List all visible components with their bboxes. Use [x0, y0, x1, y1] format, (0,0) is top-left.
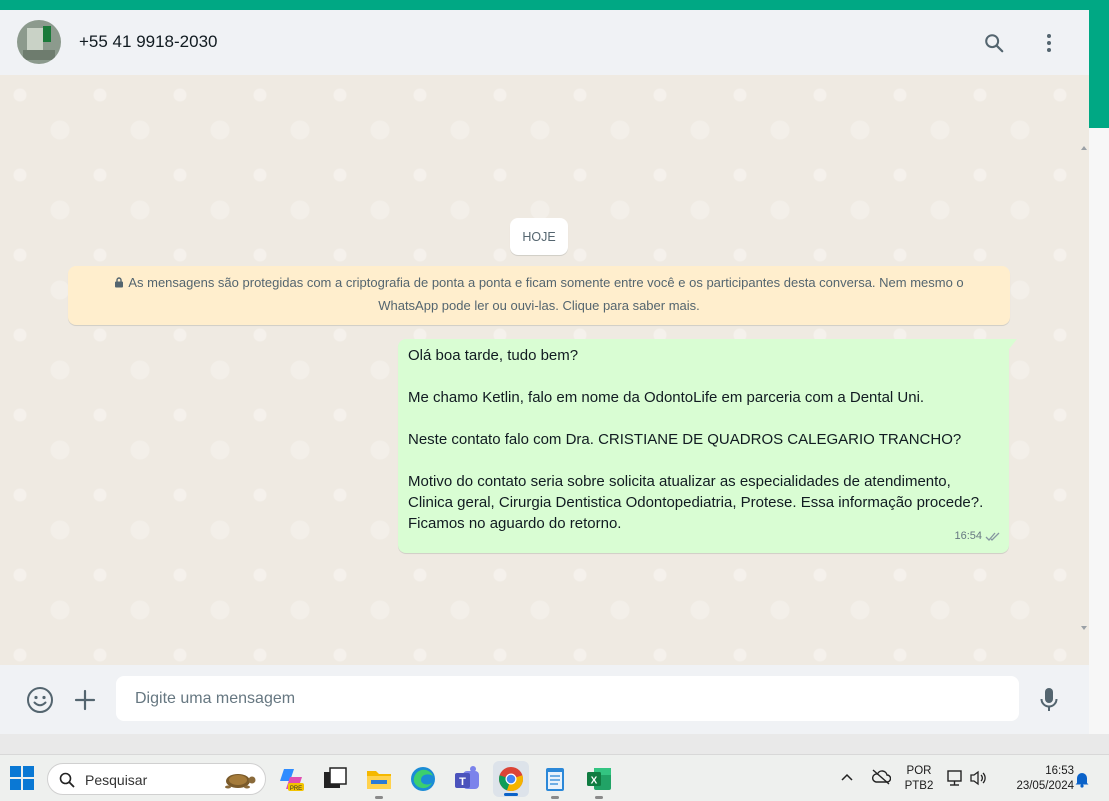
menu-kebab-icon — [1047, 34, 1051, 52]
file-explorer-icon — [367, 771, 391, 789]
scrollbar-thumb[interactable] — [1089, 10, 1109, 128]
excel-icon: X — [587, 768, 611, 790]
notepad-icon — [546, 768, 564, 791]
clock-date: 23/05/2024 — [1016, 780, 1074, 792]
message-line: Ficamos no aguardo do retorno. — [408, 515, 622, 532]
taskbar-search-label: Pesquisar — [85, 772, 148, 788]
message-line: Me chamo Ketlin, falo em nome da OdontoL… — [408, 389, 925, 406]
browser-scrollbar[interactable] — [1089, 10, 1109, 734]
taskbar-clock[interactable]: 16:53 23/05/2024 — [998, 764, 1074, 794]
teams-icon: T — [455, 766, 479, 789]
search-icon — [985, 34, 1004, 53]
emoji-icon — [27, 687, 53, 713]
windows-taskbar: Pesquisar PRE T X POR PTB2 16:53 23/05/2… — [0, 754, 1109, 801]
window-top-accent-bar — [0, 0, 1109, 10]
svg-text:X: X — [591, 776, 598, 787]
taskbar-notepad[interactable] — [541, 765, 569, 799]
lock-icon — [115, 277, 124, 288]
encryption-notice[interactable]: As mensagens são protegidas com a cripto… — [68, 266, 1010, 325]
message-line: Clinica geral, Cirurgia Dentistica Odont… — [408, 494, 984, 511]
keyboard-layout: PTB2 — [904, 780, 934, 792]
language-code: POR — [906, 765, 932, 777]
window-bottom-border — [0, 734, 1109, 754]
clock-time: 16:53 — [1045, 765, 1074, 777]
taskbar-copilot[interactable]: PRE — [278, 765, 306, 793]
taskbar-teams[interactable]: T — [453, 765, 481, 793]
search-icon — [59, 772, 75, 788]
emoji-button[interactable] — [25, 685, 55, 715]
message-meta: 16:54 — [954, 526, 1001, 547]
chat-menu-button[interactable] — [1034, 28, 1064, 58]
encryption-notice-text: As mensagens são protegidas com a cripto… — [128, 275, 964, 313]
taskbar-chrome-active[interactable] — [493, 761, 529, 797]
message-time: 16:54 — [954, 530, 982, 542]
whatsapp-web-window: +55 41 9918-2030 HOJE As mensagens são p… — [0, 10, 1089, 734]
svg-text:T: T — [459, 776, 466, 788]
copilot-icon: PRE — [280, 769, 304, 792]
onedrive-offline-icon[interactable] — [871, 769, 891, 785]
network-icon[interactable] — [946, 769, 964, 787]
taskbar-search[interactable]: Pesquisar — [47, 763, 266, 795]
message-composer — [0, 665, 1089, 734]
taskbar-task-view[interactable] — [321, 765, 349, 793]
taskbar-excel[interactable]: X — [585, 765, 613, 799]
message-line: Neste contato falo com Dra. CRISTIANE DE… — [408, 431, 962, 448]
microphone-icon — [1040, 688, 1058, 711]
contact-avatar[interactable] — [17, 20, 61, 64]
taskbar-edge[interactable] — [409, 765, 437, 793]
edge-icon — [411, 767, 435, 791]
scrollbar[interactable] — [1080, 145, 1088, 635]
taskbar-file-explorer[interactable] — [365, 765, 393, 799]
message-line: Olá boa tarde, tudo bem? — [408, 347, 579, 364]
attach-button[interactable] — [70, 685, 100, 715]
double-check-icon — [985, 532, 1000, 541]
conversation-panel[interactable]: HOJE As mensagens são protegidas com a c… — [0, 75, 1089, 665]
show-hidden-icons-chevron-icon[interactable] — [840, 772, 854, 782]
search-highlight-turtle-icon — [225, 774, 256, 789]
task-view-icon — [324, 767, 347, 788]
attach-plus-icon — [74, 689, 96, 711]
message-input[interactable] — [116, 676, 1019, 721]
volume-icon[interactable] — [969, 769, 987, 787]
chat-header: +55 41 9918-2030 — [0, 10, 1089, 75]
outgoing-message[interactable]: Olá boa tarde, tudo bem? Me chamo Ketlin… — [398, 339, 1017, 553]
search-button[interactable] — [979, 28, 1009, 58]
start-button[interactable] — [9, 765, 37, 793]
windows-start-icon — [10, 766, 34, 790]
contact-name[interactable]: +55 41 9918-2030 — [79, 32, 218, 52]
voice-message-button[interactable] — [1034, 685, 1064, 715]
message-line: Motivo do contato seria sobre solicita a… — [408, 473, 951, 490]
input-language-indicator[interactable]: POR PTB2 — [902, 764, 936, 794]
chrome-icon — [499, 767, 523, 791]
date-divider: HOJE — [510, 218, 568, 255]
svg-text:PRE: PRE — [290, 786, 302, 792]
notification-bell-icon[interactable] — [1074, 770, 1090, 788]
